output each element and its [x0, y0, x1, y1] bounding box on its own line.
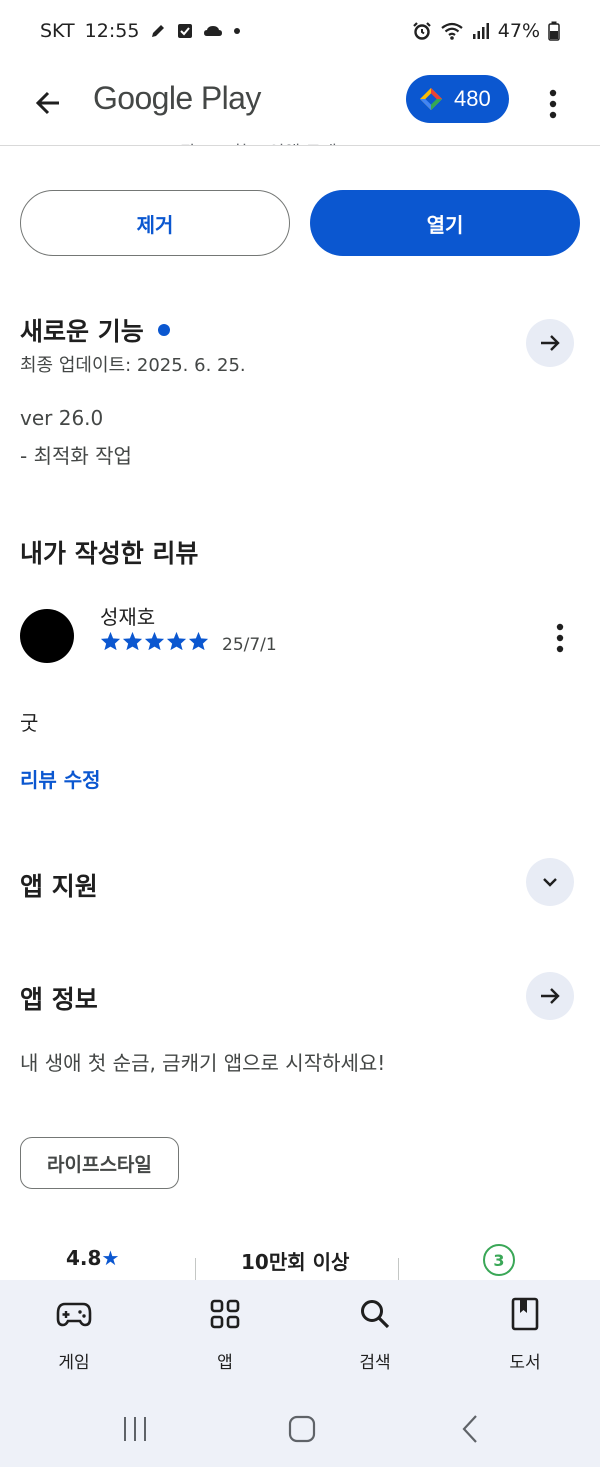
system-back-button[interactable]: [445, 1412, 495, 1446]
arrow-back-icon: [35, 91, 59, 115]
divider: [398, 1258, 399, 1280]
nav-search[interactable]: 검색: [325, 1294, 425, 1373]
pen-icon: [149, 22, 167, 40]
back-button[interactable]: [26, 81, 70, 125]
last-updated: 최종 업데이트: 2025. 6. 25.: [20, 355, 246, 376]
chevron-down-icon: [543, 878, 557, 887]
avatar: [20, 609, 74, 663]
rating-stat: 4.8★: [66, 1246, 119, 1270]
arrow-forward-icon: [541, 335, 560, 351]
status-bar: SKT 12:55 47%: [0, 0, 600, 64]
review-date: 25/7/1: [222, 635, 277, 655]
nav-apps-label: 앱: [217, 1353, 233, 1373]
alarm-icon: [412, 21, 432, 41]
review-text: 굿: [20, 711, 39, 735]
uninstall-button[interactable]: 제거: [20, 190, 290, 256]
nav-games[interactable]: 게임: [24, 1294, 124, 1373]
divider: [195, 1258, 196, 1280]
whats-new-title: 새로운 기능: [20, 317, 144, 346]
star-rating: [100, 631, 209, 651]
nav-games-label: 게임: [58, 1353, 90, 1373]
dot-icon: [233, 27, 241, 35]
gamepad-icon: [54, 1294, 94, 1334]
app-title: Google Play: [93, 80, 261, 116]
reviewer-name: 성재호: [100, 605, 156, 629]
stats-row: 4.8★ 10만회 이상 3: [0, 1238, 600, 1280]
app-description: 내 생애 첫 순금, 금캐기 앱으로 시작하세요!: [20, 1051, 386, 1075]
home-button[interactable]: [277, 1412, 327, 1446]
app-bar: Google Play 480 광고 포함 • 인앱 구매: [0, 64, 600, 146]
app-support-expand-button[interactable]: [526, 858, 574, 906]
battery-percent: 47%: [497, 20, 540, 42]
wifi-icon: [440, 21, 464, 41]
more-vert-icon: [549, 89, 557, 119]
star-icon: [100, 631, 121, 651]
open-button[interactable]: 열기: [310, 190, 580, 256]
carrier-label: SKT: [40, 20, 75, 42]
star-icon: [166, 631, 187, 651]
status-right: 47%: [412, 20, 560, 42]
bottom-navigation: 게임 앱 검색 도서: [0, 1280, 600, 1392]
recent-apps-button[interactable]: [110, 1412, 160, 1446]
more-options-button[interactable]: [538, 82, 568, 126]
cloud-icon: [203, 24, 223, 38]
downloads-stat: 10만회 이상: [241, 1250, 350, 1274]
chevron-left-icon: [462, 1415, 477, 1443]
app-support-title: 앱 지원: [20, 872, 98, 901]
system-navigation-bar: [0, 1392, 600, 1467]
star-icon: [144, 631, 165, 651]
play-points-chip[interactable]: 480: [406, 75, 509, 123]
status-left: SKT 12:55: [40, 20, 241, 42]
age-rating-badge: 3: [483, 1244, 515, 1276]
app-info-arrow-button[interactable]: [526, 972, 574, 1020]
category-chip[interactable]: 라이프스타일: [20, 1137, 179, 1189]
home-icon: [288, 1415, 316, 1443]
play-points-icon: [420, 88, 442, 110]
book-icon: [505, 1294, 545, 1334]
more-vert-icon: [556, 623, 564, 653]
release-notes: - 최적화 작업: [20, 444, 132, 468]
nav-search-label: 검색: [359, 1353, 391, 1373]
nav-apps[interactable]: 앱: [175, 1294, 275, 1373]
whats-new-arrow-button[interactable]: [526, 319, 574, 367]
signal-icon: [472, 22, 490, 40]
star-icon: [122, 631, 143, 651]
review-options-button[interactable]: [546, 620, 574, 656]
edit-review-link[interactable]: 리뷰 수정: [20, 764, 101, 793]
app-info-title: 앱 정보: [20, 985, 98, 1014]
nav-books-label: 도서: [509, 1353, 541, 1373]
search-icon: [355, 1294, 395, 1334]
my-review-title: 내가 작성한 리뷰: [20, 539, 199, 568]
clock: 12:55: [84, 20, 140, 42]
star-icon: [188, 631, 209, 651]
recents-icon: [124, 1417, 146, 1441]
arrow-forward-icon: [541, 988, 560, 1004]
star-icon: ★: [101, 1246, 120, 1270]
whats-new-header: 새로운 기능: [20, 312, 170, 348]
version-text: ver 26.0: [20, 406, 104, 430]
new-indicator-dot: [157, 324, 170, 336]
battery-icon: [548, 21, 560, 41]
ads-iap-label: 광고 포함 • 인앱 구매: [180, 138, 337, 145]
apps-grid-icon: [205, 1294, 245, 1334]
rating-value: 4.8: [66, 1246, 102, 1270]
checkbox-icon: [177, 23, 193, 39]
points-value: 480: [454, 86, 491, 111]
nav-books[interactable]: 도서: [475, 1294, 575, 1373]
